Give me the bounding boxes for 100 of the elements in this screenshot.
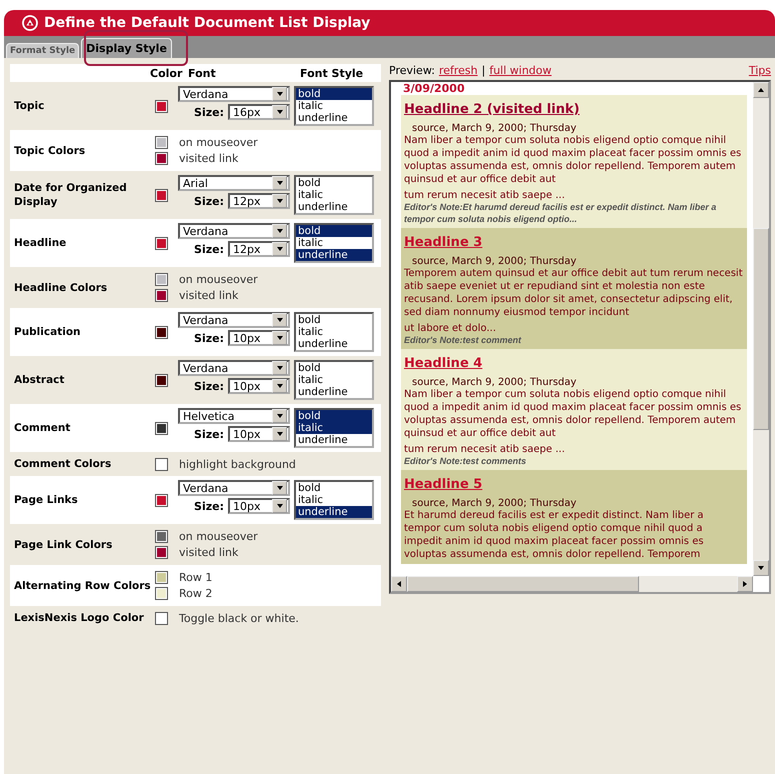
size-dropdown[interactable]: 12px: [228, 241, 290, 257]
size-dropdown[interactable]: 10px: [228, 330, 290, 346]
article-abstract-end: tum rerum necesit atib saepe ...: [404, 444, 566, 455]
tips-link[interactable]: Tips: [748, 64, 771, 77]
vertical-scrollbar[interactable]: [753, 82, 769, 576]
color-swatch[interactable]: [156, 612, 167, 624]
color-swatch[interactable]: [156, 588, 167, 599]
size-dropdown[interactable]: 12px: [228, 193, 290, 209]
font-dropdown[interactable]: Verdana: [178, 223, 290, 239]
preview-label: Preview:: [389, 64, 435, 77]
horizontal-scrollbar[interactable]: [391, 576, 753, 592]
size-dropdown[interactable]: 16px: [228, 104, 290, 120]
article-source: source, March 9, 2000; Thursday: [411, 377, 578, 388]
setting-label: Headline: [13, 236, 68, 250]
size-label: Size:: [194, 106, 224, 118]
color-swatch[interactable]: [156, 572, 167, 583]
font-style-option[interactable]: bold: [296, 410, 372, 422]
size-label: Size:: [194, 242, 224, 256]
font-dropdown[interactable]: Arial: [178, 175, 290, 191]
font-style-option[interactable]: underline: [296, 249, 372, 261]
size-dropdown[interactable]: 10px: [228, 498, 290, 514]
dropdown-arrow-icon: [276, 108, 284, 116]
headline-link[interactable]: Headline 4: [404, 356, 482, 371]
color-swatch[interactable]: [156, 238, 167, 248]
font-style-list[interactable]: bold italic underline: [294, 360, 374, 400]
preview-link[interactable]: full window: [489, 64, 552, 77]
size-label: Size:: [194, 332, 224, 344]
column-header: Font: [188, 67, 217, 80]
font-style-list[interactable]: bold italic underline: [294, 175, 374, 215]
dropdown-arrow-icon: [276, 90, 284, 98]
font-dropdown[interactable]: Verdana: [178, 86, 290, 102]
headline-link[interactable]: Headline 3: [404, 235, 482, 250]
article-source: source, March 9, 2000; Thursday: [411, 123, 578, 134]
color-swatch[interactable]: [156, 137, 167, 148]
font-dropdown[interactable]: Verdana: [178, 360, 290, 376]
setting-label: Page Link Colors: [13, 538, 114, 552]
font-style-option[interactable]: underline: [296, 506, 372, 518]
color-swatch[interactable]: [156, 494, 167, 506]
dropdown-arrow-icon: [276, 334, 284, 342]
swatch-label: visited link: [179, 289, 238, 302]
font-style-list[interactable]: bold italic underline: [294, 480, 374, 520]
size-label: Size:: [194, 500, 224, 512]
dropdown-arrow-icon: [276, 484, 284, 492]
dropdown-arrow-icon: [276, 227, 284, 235]
font-dropdown[interactable]: Verdana: [178, 480, 290, 496]
dropdown-arrow-icon: [276, 316, 284, 324]
dropdown-arrow-icon: [276, 197, 284, 205]
setting-label: Abstract: [13, 373, 66, 387]
setting-label: Topic: [13, 99, 46, 113]
color-swatch[interactable]: [156, 374, 167, 386]
color-swatch[interactable]: [156, 190, 167, 200]
size-dropdown[interactable]: 10px: [228, 378, 290, 394]
size-label: Size:: [194, 380, 224, 392]
swatch-label: on mouseover: [179, 273, 258, 286]
size-label: Size:: [194, 428, 224, 440]
preview-link[interactable]: refresh: [438, 64, 478, 77]
font-dropdown[interactable]: Verdana: [178, 312, 290, 328]
date-heading: 3/09/2000: [402, 82, 466, 95]
setting-label: Comment: [13, 421, 72, 435]
color-swatch[interactable]: [156, 458, 167, 470]
font-style-list[interactable]: bold italic underline: [294, 86, 374, 126]
swatch-label: highlight background: [179, 458, 296, 470]
swatch-label: Row 2: [179, 587, 212, 600]
setting-label: Comment Colors: [13, 457, 112, 471]
font-style-option[interactable]: bold: [296, 225, 372, 237]
font-style-option[interactable]: bold: [296, 88, 372, 100]
color-swatch[interactable]: [156, 326, 167, 338]
scroll-right-icon: [741, 580, 749, 588]
font-style-list[interactable]: bold italic underline: [294, 223, 374, 263]
scroll-left-icon: [395, 580, 403, 588]
headline-link[interactable]: Headline 5: [404, 477, 482, 492]
article-abstract-end: tum rerum necesit atib saepe ...: [404, 190, 566, 201]
dropdown-arrow-icon: [276, 430, 284, 438]
font-style-list[interactable]: bold italic underline: [294, 408, 374, 448]
column-header: Color: [150, 67, 184, 80]
article-abstract-end: ut labore et dolo...: [404, 323, 498, 334]
color-swatch[interactable]: [156, 422, 167, 434]
tab[interactable]: Format Style: [6, 43, 80, 58]
size-dropdown[interactable]: 10px: [228, 426, 290, 442]
color-swatch[interactable]: [156, 290, 167, 301]
swatch-label: Row 1: [179, 571, 212, 584]
font-style-list[interactable]: bold italic underline: [294, 312, 374, 352]
article-abstract: Et harumd dereud facilis est er expedit distinct. Nam liber a tempor cum soluta nobis eligend optio comque nihil quod a impedit anim id quod maxim placeat facer possim omnis es voluptas assumenda est, omnis dolor repellend. Temporem: [404, 509, 705, 561]
color-swatch[interactable]: [156, 274, 167, 285]
dropdown-arrow-icon: [276, 179, 284, 187]
color-swatch[interactable]: [156, 547, 167, 558]
swatch-label: on mouseover: [179, 136, 258, 149]
scroll-up-icon: [757, 86, 765, 94]
swatch-label: visited link: [179, 546, 238, 559]
dropdown-arrow-icon: [276, 412, 284, 420]
color-swatch[interactable]: [156, 153, 167, 164]
color-swatch[interactable]: [156, 100, 167, 112]
logo-icon: [22, 15, 38, 31]
font-dropdown[interactable]: Helvetica: [178, 408, 290, 424]
tab[interactable]: Display Style: [81, 38, 172, 58]
font-style-option[interactable]: italic: [296, 422, 372, 434]
size-label: Size:: [194, 194, 224, 208]
headline-link[interactable]: Headline 2 (visited link): [404, 102, 580, 117]
color-swatch[interactable]: [156, 531, 167, 542]
setting-label: LexisNexis Logo Color: [13, 611, 145, 625]
